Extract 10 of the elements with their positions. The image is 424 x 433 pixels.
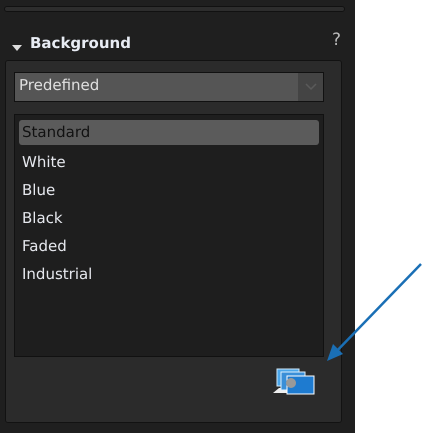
list-item[interactable]: White (19, 148, 319, 176)
background-type-dropdown[interactable]: Predefined (14, 72, 324, 102)
list-item[interactable]: Industrial (19, 260, 319, 288)
list-item[interactable]: Faded (19, 232, 319, 260)
help-icon[interactable]: ? (332, 30, 341, 50)
list-item[interactable]: Blue (19, 176, 319, 204)
section-title: Background (30, 34, 132, 52)
list-item[interactable]: Black (19, 204, 319, 232)
collapse-triangle-icon[interactable] (12, 44, 22, 52)
pictures-icon[interactable] (271, 367, 315, 395)
